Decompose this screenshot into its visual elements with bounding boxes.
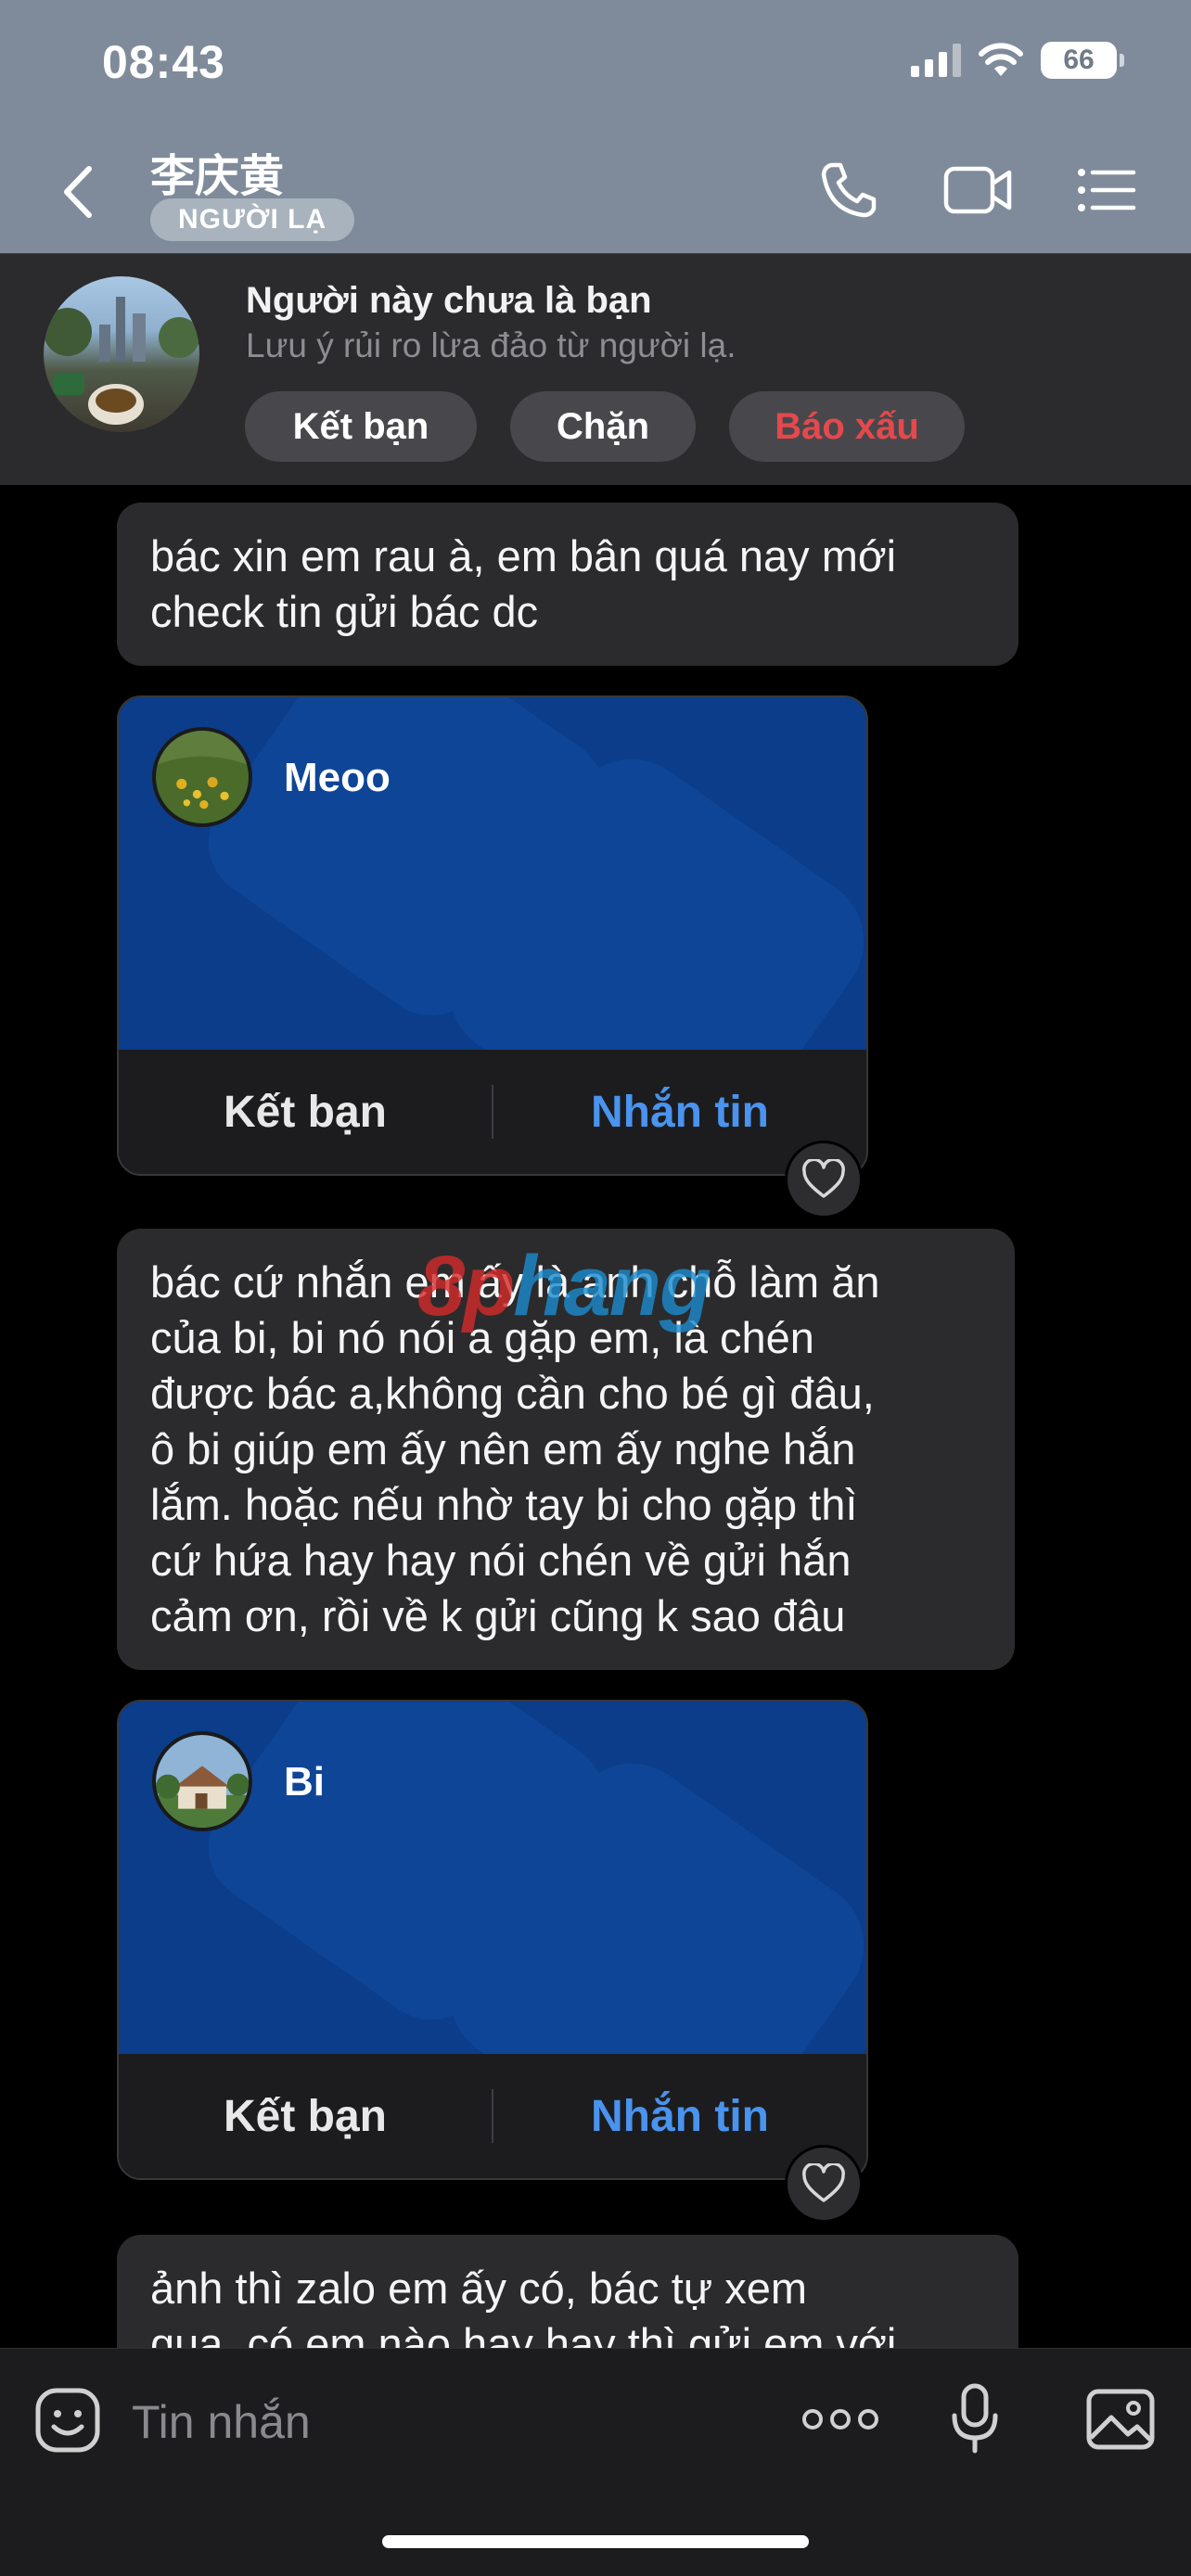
more-icon[interactable] bbox=[801, 2403, 879, 2436]
message-input[interactable]: Tin nhắn bbox=[132, 2395, 311, 2449]
banner-subtitle: Lưu ý rủi ro lừa đảo từ người lạ. bbox=[246, 326, 736, 364]
banner-title: Người này chưa là bạn bbox=[246, 280, 652, 321]
sticker-icon[interactable] bbox=[33, 2386, 102, 2455]
report-button[interactable]: Báo xấu bbox=[729, 391, 965, 462]
add-friend-button[interactable]: Kết bạn bbox=[245, 391, 477, 462]
message-bubble[interactable]: bác xin em rau à, em bân quá nay mới che… bbox=[117, 503, 1018, 666]
contact-card-banner: Bi bbox=[119, 1702, 866, 2054]
contact-card-name: Meoo bbox=[284, 755, 391, 800]
react-heart-button[interactable] bbox=[785, 2145, 863, 2223]
wifi-icon bbox=[979, 43, 1023, 76]
contact-card-banner: Meoo bbox=[119, 697, 866, 1050]
chat-header: 08:43 66 李庆黄 NGƯỜI LẠ bbox=[0, 0, 1191, 253]
battery-icon: 66 bbox=[1041, 42, 1124, 79]
signal-icon bbox=[911, 44, 961, 77]
card-avatar bbox=[152, 1731, 252, 1831]
heart-icon bbox=[802, 2163, 845, 2202]
home-indicator bbox=[382, 2535, 809, 2548]
contact-avatar[interactable] bbox=[44, 276, 199, 432]
watermark-part1: 8p bbox=[417, 1239, 515, 1333]
contact-name[interactable]: 李庆黄 bbox=[150, 139, 284, 204]
back-icon[interactable] bbox=[56, 159, 102, 224]
message-line: được bác a,không cần cho bé gì đâu, bbox=[150, 1369, 875, 1418]
message-line: bác xin em rau à, em bân quá nay mới bbox=[150, 531, 897, 580]
watermark: 8phang bbox=[417, 1238, 711, 1335]
phone-icon[interactable] bbox=[818, 159, 879, 221]
status-icons: 66 bbox=[911, 42, 1124, 79]
react-heart-button[interactable] bbox=[785, 1141, 863, 1218]
message-line: ô bi giúp em ấy nên em ấy nghe hắn bbox=[150, 1424, 856, 1473]
stranger-banner: Người này chưa là bạn Lưu ý rủi ro lừa đ… bbox=[0, 253, 1191, 485]
image-icon[interactable] bbox=[1085, 2386, 1156, 2453]
contact-card[interactable]: Meoo Kết bạn Nhắn tin bbox=[117, 695, 868, 1176]
contact-card-name: Bi bbox=[284, 1759, 325, 1804]
message-line: cảm ơn, rồi về k gửi cũng k sao đâu bbox=[150, 1591, 846, 1640]
message-line: check tin gửi bác dc bbox=[150, 587, 539, 636]
message-line: cứ hứa hay hay nói chén về gửi hắn bbox=[150, 1536, 852, 1585]
card-avatar bbox=[152, 727, 252, 827]
card-add-friend-button[interactable]: Kết bạn bbox=[119, 2091, 492, 2142]
status-time: 08:43 bbox=[102, 36, 225, 88]
contact-card[interactable]: Bi Kết bạn Nhắn tin bbox=[117, 1700, 868, 2180]
mic-icon[interactable] bbox=[950, 2382, 1000, 2456]
stranger-badge: NGƯỜI LẠ bbox=[150, 198, 355, 241]
menu-icon[interactable] bbox=[1076, 159, 1137, 221]
message-line: ảnh thì zalo em ấy có, bác tự xem bbox=[150, 2264, 808, 2313]
card-message-button[interactable]: Nhắn tin bbox=[493, 2091, 866, 2142]
message-line: lắm. hoặc nếu nhờ tay bi cho gặp thì bbox=[150, 1480, 858, 1529]
contact-card-actions: Kết bạn Nhắn tin bbox=[119, 2054, 866, 2178]
block-button[interactable]: Chặn bbox=[510, 391, 696, 462]
card-message-button[interactable]: Nhắn tin bbox=[493, 1087, 866, 1138]
card-add-friend-button[interactable]: Kết bạn bbox=[119, 1087, 492, 1138]
watermark-part2: hang bbox=[513, 1239, 711, 1333]
video-icon[interactable] bbox=[942, 159, 1015, 221]
chat-screen: 08:43 66 李庆黄 NGƯỜI LẠ Người này chưa là … bbox=[0, 0, 1191, 2576]
heart-icon bbox=[802, 1159, 845, 1198]
contact-card-actions: Kết bạn Nhắn tin bbox=[119, 1050, 866, 1174]
